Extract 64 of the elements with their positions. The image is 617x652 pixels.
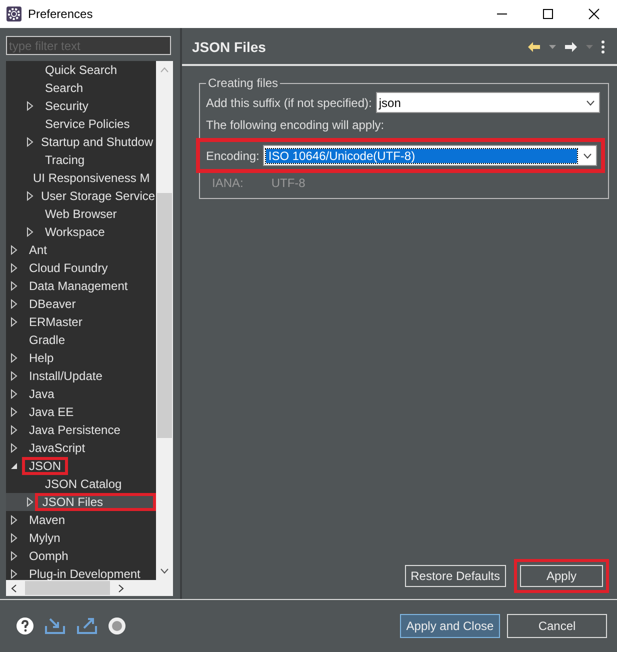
tree-item[interactable]: Startup and Shutdow <box>6 133 156 151</box>
tree-item[interactable]: Quick Search <box>6 61 156 79</box>
tree-item[interactable]: Oomph <box>6 547 156 565</box>
page-title: JSON Files <box>192 38 266 54</box>
window-title: Preferences <box>28 7 93 21</box>
tree-item[interactable]: Mylyn <box>6 529 156 547</box>
tree-item[interactable]: Cloud Foundry <box>6 259 156 277</box>
expand-icon[interactable] <box>26 137 34 147</box>
scroll-left-icon[interactable] <box>11 584 17 592</box>
gear-icon <box>6 6 22 22</box>
tree-item[interactable]: User Storage Service <box>6 187 156 205</box>
forward-arrow-icon[interactable] <box>564 40 578 52</box>
tree-item[interactable]: Java Persistence <box>6 421 156 439</box>
tree-item[interactable]: Search <box>6 79 156 97</box>
tree-item[interactable]: UI Responsiveness M <box>6 169 156 187</box>
dialog-button[interactable]: Restore Defaults <box>404 565 506 587</box>
tree-item[interactable]: JSON <box>6 457 156 475</box>
iana-value: UTF-8 <box>271 176 306 190</box>
dropdown-icon[interactable] <box>586 100 595 106</box>
caret-icon[interactable] <box>549 44 556 48</box>
collapse-icon[interactable] <box>10 462 18 470</box>
back-arrow-icon[interactable] <box>527 40 541 52</box>
encoding-dropdown[interactable]: ISO 10646/Unicode(UTF-8) <box>263 145 597 166</box>
tree-item[interactable]: Maven <box>6 511 156 529</box>
tree-item[interactable]: Workspace <box>6 223 156 241</box>
group-title: Creating files <box>207 76 280 90</box>
maximize-icon[interactable] <box>542 8 554 20</box>
encoding-note: The following encoding will apply: <box>206 118 386 132</box>
expand-icon[interactable] <box>26 101 34 111</box>
tree-item[interactable]: Gradle <box>6 331 156 349</box>
tree-item[interactable]: Web Browser <box>6 205 156 223</box>
record-icon[interactable] <box>108 617 126 635</box>
dialog-button[interactable]: Apply <box>520 565 603 587</box>
tree-item[interactable]: Install/Update <box>6 367 156 385</box>
tree-item[interactable]: Service Policies <box>6 115 156 133</box>
more-icon[interactable] <box>601 40 605 54</box>
tree-item[interactable]: Tracing <box>6 151 156 169</box>
tree-item[interactable]: ERMaster <box>6 313 156 331</box>
iana-label: IANA: <box>212 176 244 190</box>
expand-icon[interactable] <box>26 191 34 201</box>
dropdown-icon[interactable] <box>583 152 592 158</box>
tree-item[interactable]: JSON Files <box>6 493 156 511</box>
tree-item[interactable]: Help <box>6 349 156 367</box>
encoding-label: Encoding: <box>206 148 260 162</box>
dialog-button[interactable]: Cancel <box>507 614 607 638</box>
dialog-button[interactable]: Apply and Close <box>400 614 500 638</box>
scroll-right-icon[interactable] <box>118 584 124 592</box>
help-icon[interactable] <box>16 617 34 635</box>
tree-item[interactable]: Java <box>6 385 156 403</box>
tree-item[interactable]: DBeaver <box>6 295 156 313</box>
close-icon[interactable] <box>588 8 600 20</box>
tree-item[interactable]: JSON Catalog <box>6 475 156 493</box>
suffix-label: Add this suffix (if not specified): <box>206 96 372 110</box>
scrollbar[interactable] <box>156 61 173 580</box>
tree-item[interactable]: JavaScript <box>6 439 156 457</box>
export-icon[interactable] <box>76 617 98 635</box>
tree-item[interactable]: Security <box>6 97 156 115</box>
tree-item[interactable]: Java EE <box>6 403 156 421</box>
import-icon[interactable] <box>44 617 66 635</box>
scrollbar[interactable] <box>6 580 173 596</box>
tree-item[interactable]: Ant <box>6 241 156 259</box>
suffix-dropdown[interactable]: json <box>376 92 600 113</box>
tree-item[interactable]: Data Management <box>6 277 156 295</box>
scroll-down-icon[interactable] <box>160 568 169 574</box>
